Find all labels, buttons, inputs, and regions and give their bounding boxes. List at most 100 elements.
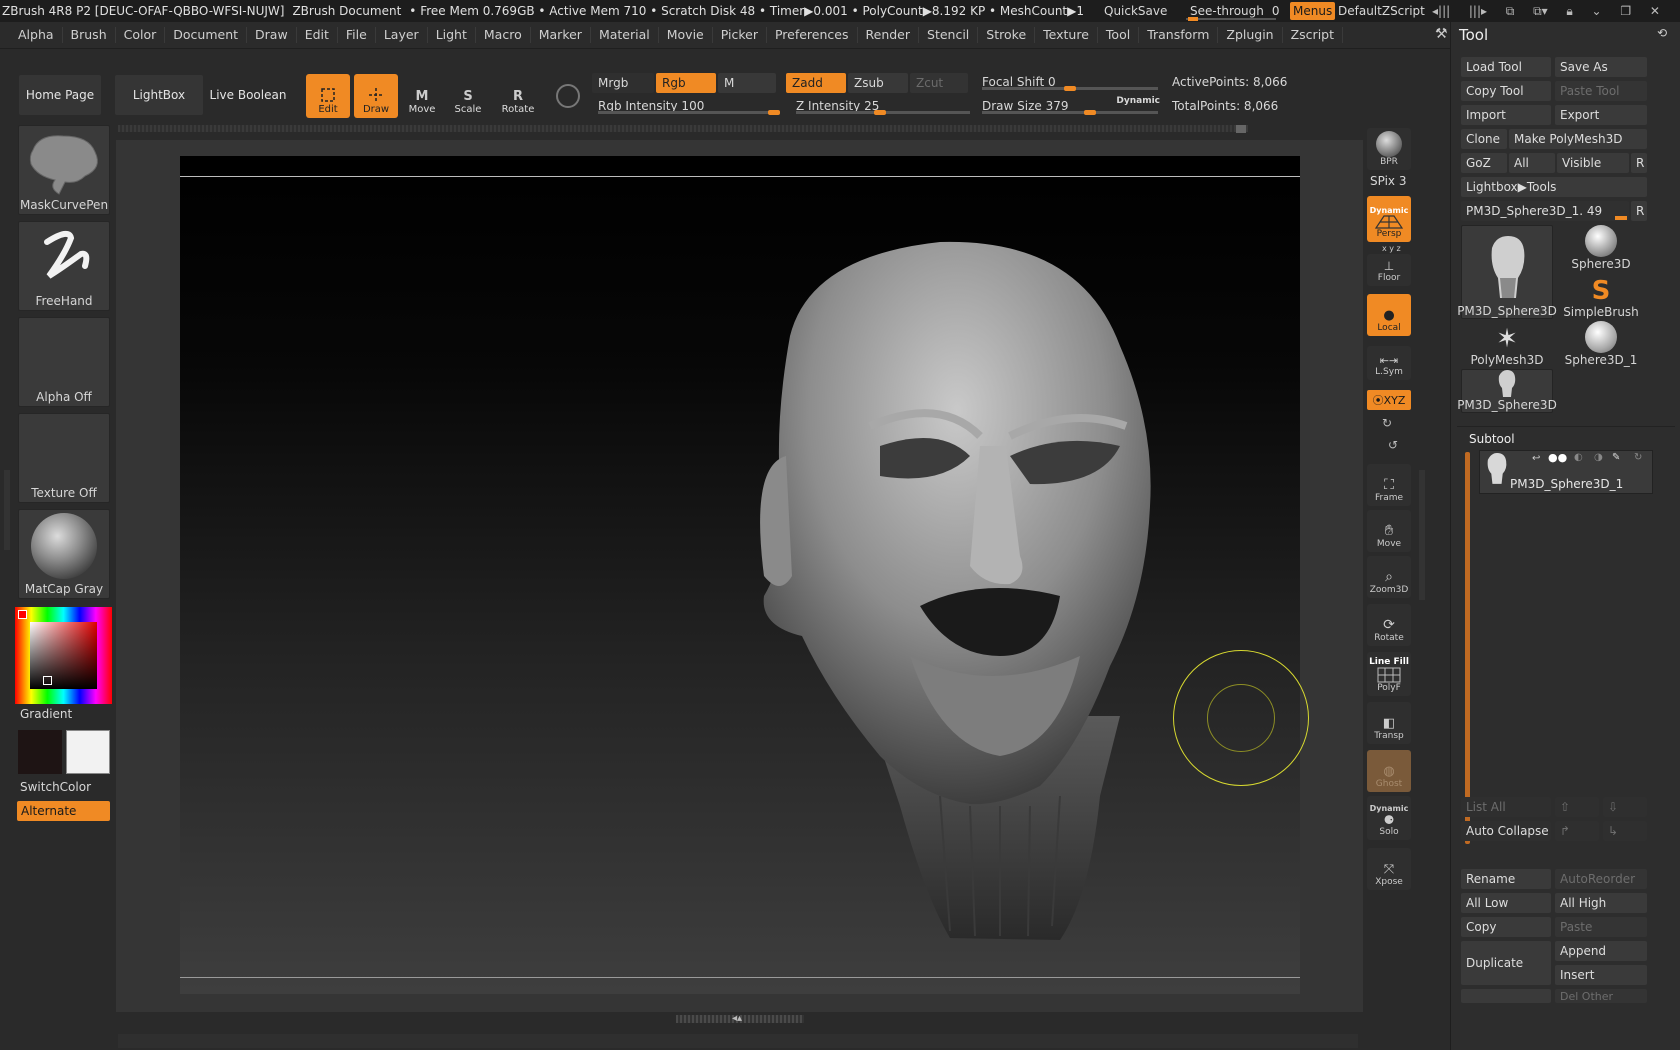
- scale-mode-button[interactable]: S Scale: [446, 74, 490, 118]
- move-mode-button[interactable]: M Move: [400, 74, 444, 118]
- m-toggle[interactable]: M: [718, 73, 776, 93]
- tool-pin-icon[interactable]: ⚒: [1435, 26, 1448, 42]
- menu-color[interactable]: Color: [116, 27, 166, 43]
- canvas[interactable]: [180, 156, 1309, 994]
- live-boolean-button[interactable]: Live Boolean: [206, 74, 290, 116]
- subtool-visibility-icon[interactable]: ●●: [1548, 451, 1567, 464]
- shelf-scroll-thumb[interactable]: [1236, 125, 1246, 133]
- auto-collapse-button[interactable]: Auto Collapse: [1461, 821, 1551, 841]
- frame-button[interactable]: ⛶ Frame: [1367, 464, 1411, 506]
- minimize-icon[interactable]: ⌄: [1592, 4, 1602, 18]
- goz-r-button[interactable]: R: [1631, 153, 1647, 173]
- bpr-button[interactable]: BPR: [1367, 128, 1411, 170]
- secondary-color-swatch[interactable]: [66, 730, 110, 774]
- lock-icon[interactable]: 🔒︎: [1566, 4, 1572, 19]
- goz-all-button[interactable]: All: [1509, 153, 1555, 173]
- alpha-selector[interactable]: Alpha Off: [18, 317, 110, 407]
- subtool-dynamesh-icon[interactable]: ◑: [1594, 452, 1603, 463]
- rgb-intensity-slider[interactable]: Rgb Intensity 100: [592, 96, 782, 116]
- menu-render[interactable]: Render: [858, 27, 920, 43]
- menu-stroke[interactable]: Stroke: [978, 27, 1036, 43]
- move-view-button[interactable]: ✋︎ Move: [1367, 510, 1411, 552]
- tool-thumb-polymesh3d[interactable]: ✶ PolyMesh3D: [1461, 321, 1553, 367]
- lightbox-tools-button[interactable]: Lightbox▶Tools: [1461, 177, 1647, 197]
- subtool-arrow-icon[interactable]: ↩: [1532, 453, 1540, 464]
- rotate-view-button[interactable]: ⟳ Rotate: [1367, 604, 1411, 646]
- dynamic-toggle[interactable]: Dynamic: [1116, 96, 1160, 106]
- all-high-button[interactable]: All High: [1555, 893, 1647, 913]
- seethrough-slider[interactable]: See-through 0: [1186, 0, 1280, 22]
- menu-draw[interactable]: Draw: [247, 27, 297, 43]
- menu-preferences[interactable]: Preferences: [767, 27, 858, 43]
- transp-button[interactable]: ◧ Transp: [1367, 702, 1411, 744]
- tool-thumb-sphere3d-1[interactable]: Sphere3D_1: [1555, 321, 1647, 367]
- menu-brush[interactable]: Brush: [63, 27, 116, 43]
- gradient-label[interactable]: Gradient: [20, 707, 72, 721]
- menu-document[interactable]: Document: [165, 27, 248, 43]
- insert-button[interactable]: Insert: [1555, 965, 1647, 985]
- menu-zplugin[interactable]: Zplugin: [1218, 27, 1283, 43]
- menu-file[interactable]: File: [338, 27, 376, 43]
- left-tray-handle[interactable]: [4, 470, 10, 550]
- switchcolor-button[interactable]: SwitchColor: [20, 780, 91, 794]
- duplicate-button[interactable]: Duplicate: [1461, 941, 1551, 985]
- menu-alpha[interactable]: Alpha: [10, 27, 63, 43]
- stroke-selector[interactable]: FreeHand: [18, 221, 110, 311]
- panel-refresh-icon[interactable]: ⟲: [1657, 26, 1667, 40]
- alternate-toggle[interactable]: Alternate: [17, 801, 110, 821]
- rgb-toggle[interactable]: Rgb: [656, 73, 716, 93]
- menu-transform[interactable]: Transform: [1139, 27, 1219, 43]
- tool-thumb-sphere3d[interactable]: Sphere3D: [1555, 225, 1647, 271]
- sculptris-pro-icon[interactable]: [556, 84, 580, 108]
- tool-thumb-pm3d-sphere3d[interactable]: PM3D_Sphere3D: [1457, 225, 1557, 319]
- move-top-button[interactable]: ↱: [1555, 821, 1599, 841]
- menu-macro[interactable]: Macro: [476, 27, 531, 43]
- default-zscript-button[interactable]: DefaultZScript: [1338, 0, 1425, 22]
- material-selector[interactable]: MatCap Gray: [18, 509, 110, 599]
- persp-button[interactable]: Dynamic Persp: [1367, 196, 1411, 242]
- menu-texture[interactable]: Texture: [1035, 27, 1098, 43]
- zadd-toggle[interactable]: Zadd: [786, 73, 846, 93]
- make-polymesh-button[interactable]: Make PolyMesh3D: [1509, 129, 1647, 149]
- draw-mode-button[interactable]: Draw: [354, 74, 398, 118]
- current-tool-r-button[interactable]: R: [1631, 201, 1647, 221]
- layout-menu-icon[interactable]: ⧉▾: [1533, 4, 1548, 19]
- ghost-button[interactable]: ◍ Ghost: [1367, 750, 1411, 792]
- solo-button[interactable]: Dynamic ⚈ Solo: [1367, 796, 1411, 840]
- menu-tool[interactable]: Tool: [1098, 27, 1140, 43]
- move-bottom-button[interactable]: ↳: [1603, 821, 1647, 841]
- lightbox-button[interactable]: LightBox: [114, 74, 204, 116]
- append-button[interactable]: Append: [1555, 941, 1647, 961]
- subtool-item[interactable]: ↩ ●● ◐ ◑ ✎ ↻ PM3D_Sphere3D_1: [1479, 450, 1653, 494]
- spix-slider[interactable]: SPix 3: [1370, 174, 1406, 188]
- close-icon[interactable]: ✕: [1650, 4, 1660, 18]
- menu-layer[interactable]: Layer: [376, 27, 428, 43]
- zoom3d-button[interactable]: ⌕ Zoom3D: [1367, 556, 1411, 598]
- load-tool-button[interactable]: Load Tool: [1461, 57, 1551, 77]
- menu-material[interactable]: Material: [591, 27, 659, 43]
- goz-button[interactable]: GoZ: [1461, 153, 1507, 173]
- all-low-button[interactable]: All Low: [1461, 893, 1551, 913]
- goz-visible-button[interactable]: Visible: [1557, 153, 1629, 173]
- rotate-y-icon[interactable]: ↻: [1382, 416, 1392, 430]
- focal-shift-slider[interactable]: Focal Shift 0: [976, 72, 1164, 92]
- subtool-polypaint-icon[interactable]: ◐: [1574, 452, 1583, 463]
- menus-toggle[interactable]: Menus: [1290, 2, 1336, 20]
- quicksave-button[interactable]: QuickSave: [1104, 0, 1167, 22]
- export-button[interactable]: Export: [1555, 105, 1647, 125]
- menu-stencil[interactable]: Stencil: [919, 27, 979, 43]
- layout-left-icon[interactable]: ◂|||: [1432, 4, 1450, 18]
- menu-picker[interactable]: Picker: [713, 27, 767, 43]
- save-as-button[interactable]: Save As: [1555, 57, 1647, 77]
- lsym-button[interactable]: ⇤⇥ L.Sym: [1367, 346, 1411, 380]
- texture-selector[interactable]: Texture Off: [18, 413, 110, 503]
- menu-marker[interactable]: Marker: [531, 27, 591, 43]
- tool-thumb-pm3d-sphere3d-2[interactable]: PM3D_Sphere3D: [1457, 369, 1557, 413]
- xpose-button[interactable]: ⤧ Xpose: [1367, 848, 1411, 890]
- rotate-z-icon[interactable]: ↺: [1388, 438, 1398, 452]
- maximize-icon[interactable]: ❐: [1620, 4, 1631, 18]
- local-button[interactable]: ● Local: [1367, 294, 1411, 336]
- rotate-mode-button[interactable]: R Rotate: [496, 74, 540, 118]
- import-button[interactable]: Import: [1461, 105, 1551, 125]
- draw-size-slider[interactable]: Draw Size 379 Dynamic: [976, 96, 1164, 116]
